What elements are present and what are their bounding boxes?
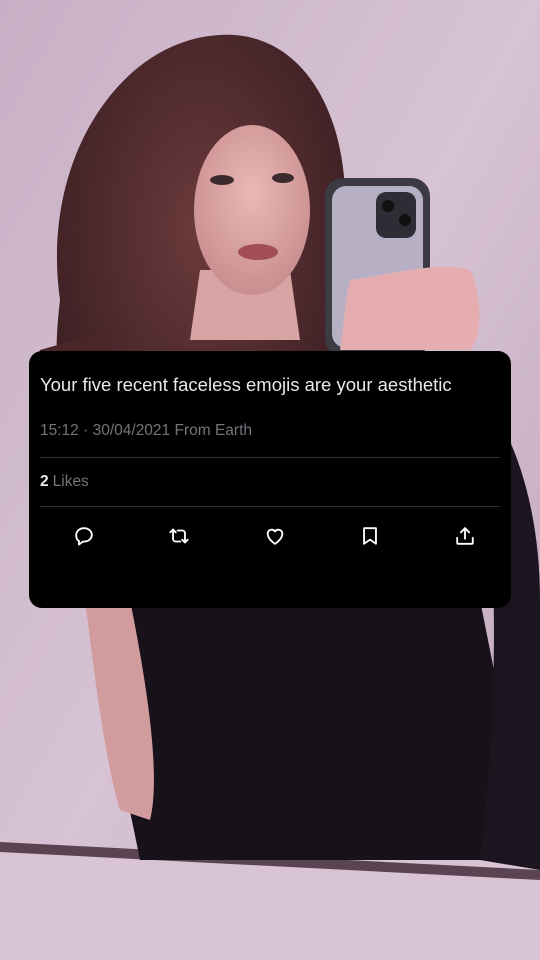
tweet-time: 15:12 <box>40 422 79 439</box>
tweet-metadata: 15:12 · 30/04/2021 From Earth <box>40 421 500 441</box>
bookmark-icon <box>362 526 377 545</box>
likes-count: 2 <box>40 473 49 490</box>
bookmark-button[interactable] <box>356 522 384 550</box>
tweet-card[interactable]: Your five recent faceless emojis are you… <box>29 351 511 608</box>
tweet-date: 30/04/2021 <box>92 422 171 439</box>
likes-label: Likes <box>52 473 89 490</box>
reply-button[interactable] <box>70 522 98 550</box>
heart-icon <box>266 528 283 545</box>
share-upload-icon <box>456 526 474 545</box>
retweet-button[interactable] <box>165 522 193 550</box>
likes-row[interactable]: 2 Likes <box>40 458 500 506</box>
meta-separator: · <box>83 422 89 439</box>
like-button[interactable] <box>261 522 289 550</box>
action-bar <box>40 507 500 564</box>
tweet-source: From Earth <box>174 422 252 439</box>
reply-bubble-icon <box>75 526 93 545</box>
share-button[interactable] <box>451 522 479 550</box>
retweet-icon <box>169 528 189 543</box>
tweet-text: Your five recent faceless emojis are you… <box>40 374 452 395</box>
